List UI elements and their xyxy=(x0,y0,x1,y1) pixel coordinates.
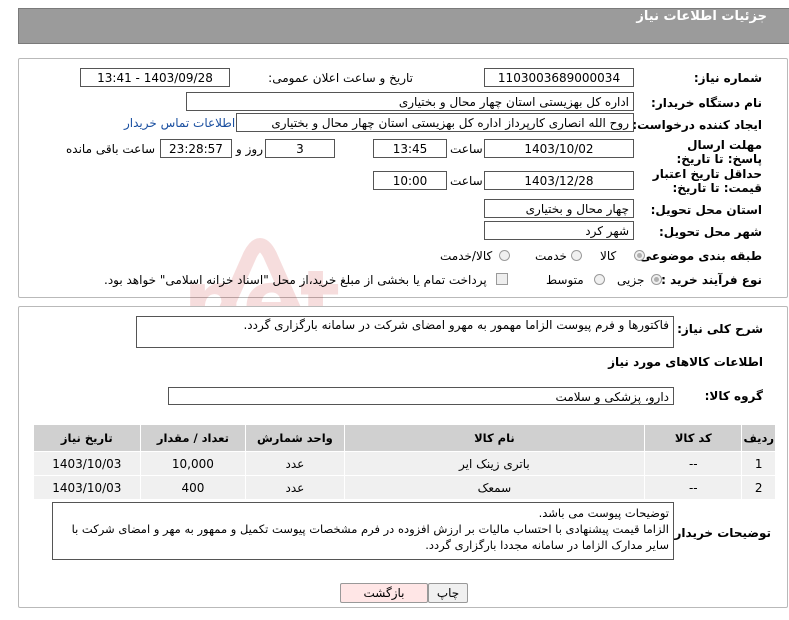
description-field[interactable]: فاکتورها و فرم پیوست الزاما مهمور به مهر… xyxy=(136,316,674,348)
cell-row: 2 xyxy=(741,475,776,500)
process-radio-medium[interactable] xyxy=(594,274,605,285)
table-row[interactable]: 2 -- سمعک عدد 400 1403/10/03 xyxy=(33,475,776,500)
cell-code: -- xyxy=(644,451,743,476)
validity-label: حداقل تاریخ اعتبار قیمت: تا تاریخ: xyxy=(652,167,762,195)
print-button[interactable]: چاپ xyxy=(428,583,468,603)
process-option-medium: متوسط xyxy=(546,273,584,287)
category-label: طبقه بندی موضوعی: xyxy=(634,249,762,263)
deadline-time-label: ساعت xyxy=(450,142,483,156)
cell-name: باتری زینک ایر xyxy=(343,451,646,476)
col-date: تاریخ نیاز xyxy=(33,424,141,452)
payment-note: پرداخت تمام یا بخشی از مبلغ خرید،از محل … xyxy=(104,273,487,287)
col-code: کد کالا xyxy=(644,424,743,452)
buyer-notes-label: توضیحات خریدار: xyxy=(669,526,771,540)
announce-field[interactable]: 1403/09/28 - 13:41 xyxy=(80,68,230,87)
goods-table-header: ردیف کد کالا نام کالا واحد شمارش تعداد /… xyxy=(33,424,776,452)
cell-unit: عدد xyxy=(245,475,345,500)
back-button[interactable]: بازگشت xyxy=(340,583,428,603)
col-row: ردیف xyxy=(741,424,776,452)
cell-date: 1403/10/03 xyxy=(33,475,141,500)
city-label: شهر محل تحویل: xyxy=(658,225,762,239)
remaining-time-field[interactable]: 23:28:57 xyxy=(160,139,232,158)
cell-qty: 400 xyxy=(139,475,247,500)
days-label: روز و xyxy=(236,142,263,156)
buyer-notes-field[interactable]: توضیحات پیوست می باشد. الزاما قیمت پیشنه… xyxy=(52,502,674,560)
buyer-org-label: نام دستگاه خریدار: xyxy=(651,96,762,110)
col-qty: تعداد / مقدار xyxy=(139,424,247,452)
days-field[interactable]: 3 xyxy=(265,139,335,158)
description-label: شرح کلی نیاز: xyxy=(677,322,763,336)
buyer-notes-line: سایر مدارک الزاما در سامانه مجددا بارگزا… xyxy=(425,538,669,552)
validity-time-label: ساعت xyxy=(450,174,483,188)
cell-row: 1 xyxy=(741,451,776,476)
need-number-field[interactable]: 1103003689000034 xyxy=(484,68,634,87)
remaining-label: ساعت باقی مانده xyxy=(66,142,156,156)
page-title: جزئیات اطلاعات نیاز xyxy=(636,9,767,24)
goods-table: ردیف کد کالا نام کالا واحد شمارش تعداد /… xyxy=(33,424,776,500)
announce-label: تاریخ و ساعت اعلان عمومی: xyxy=(268,71,413,85)
goods-group-label: گروه کالا: xyxy=(704,389,763,403)
requester-label: ایجاد کننده درخواست: xyxy=(632,118,762,132)
table-row[interactable]: 1 -- باتری زینک ایر عدد 10,000 1403/10/0… xyxy=(33,451,776,476)
province-field[interactable]: چهار محال و بختیاری xyxy=(484,199,634,218)
col-name: نام کالا xyxy=(343,424,646,452)
contact-info-link[interactable]: اطلاعات تماس خریدار xyxy=(124,116,235,130)
category-radio-goods[interactable] xyxy=(634,250,645,261)
col-unit: واحد شمارش xyxy=(245,424,345,452)
cell-date: 1403/10/03 xyxy=(33,451,141,476)
category-option-goods-service: کالا/خدمت xyxy=(440,249,493,263)
validity-date-field[interactable]: 1403/12/28 xyxy=(484,171,634,190)
cell-qty: 10,000 xyxy=(139,451,247,476)
cell-unit: عدد xyxy=(245,451,345,476)
requester-field[interactable]: روح الله انصاری کارپرداز اداره کل بهزیست… xyxy=(236,113,634,132)
city-field[interactable]: شهر کرد xyxy=(484,221,634,240)
buyer-notes-line: توضیحات پیوست می باشد. xyxy=(538,506,669,520)
need-number-label: شماره نیاز: xyxy=(693,71,762,85)
buyer-org-field[interactable]: اداره کل بهزیستی استان چهار محال و بختیا… xyxy=(186,92,634,111)
cell-name: سمعک xyxy=(343,475,646,500)
category-radio-service[interactable] xyxy=(571,250,582,261)
category-option-service: خدمت xyxy=(535,249,567,263)
deadline-label: مهلت ارسال پاسخ: تا تاریخ: xyxy=(676,138,763,166)
deadline-time-field[interactable]: 13:45 xyxy=(373,139,447,158)
category-option-goods: کالا xyxy=(600,249,617,263)
deadline-date-field[interactable]: 1403/10/02 xyxy=(484,139,634,158)
goods-group-field[interactable]: دارو، پزشکی و سلامت xyxy=(168,387,674,405)
process-option-minor: جزیی xyxy=(617,273,645,287)
treasury-checkbox[interactable] xyxy=(496,273,508,285)
cell-code: -- xyxy=(644,475,743,500)
province-label: استان محل تحویل: xyxy=(650,203,762,217)
category-radio-goods-service[interactable] xyxy=(499,250,510,261)
process-label: نوع فرآیند خرید : xyxy=(661,273,762,287)
goods-section-title: اطلاعات کالاهای مورد نیاز xyxy=(608,355,763,369)
validity-time-field[interactable]: 10:00 xyxy=(373,171,447,190)
process-radio-minor[interactable] xyxy=(651,274,662,285)
buyer-notes-line: الزاما قیمت پیشنهادی با احتساب مالیات بر… xyxy=(71,522,669,536)
